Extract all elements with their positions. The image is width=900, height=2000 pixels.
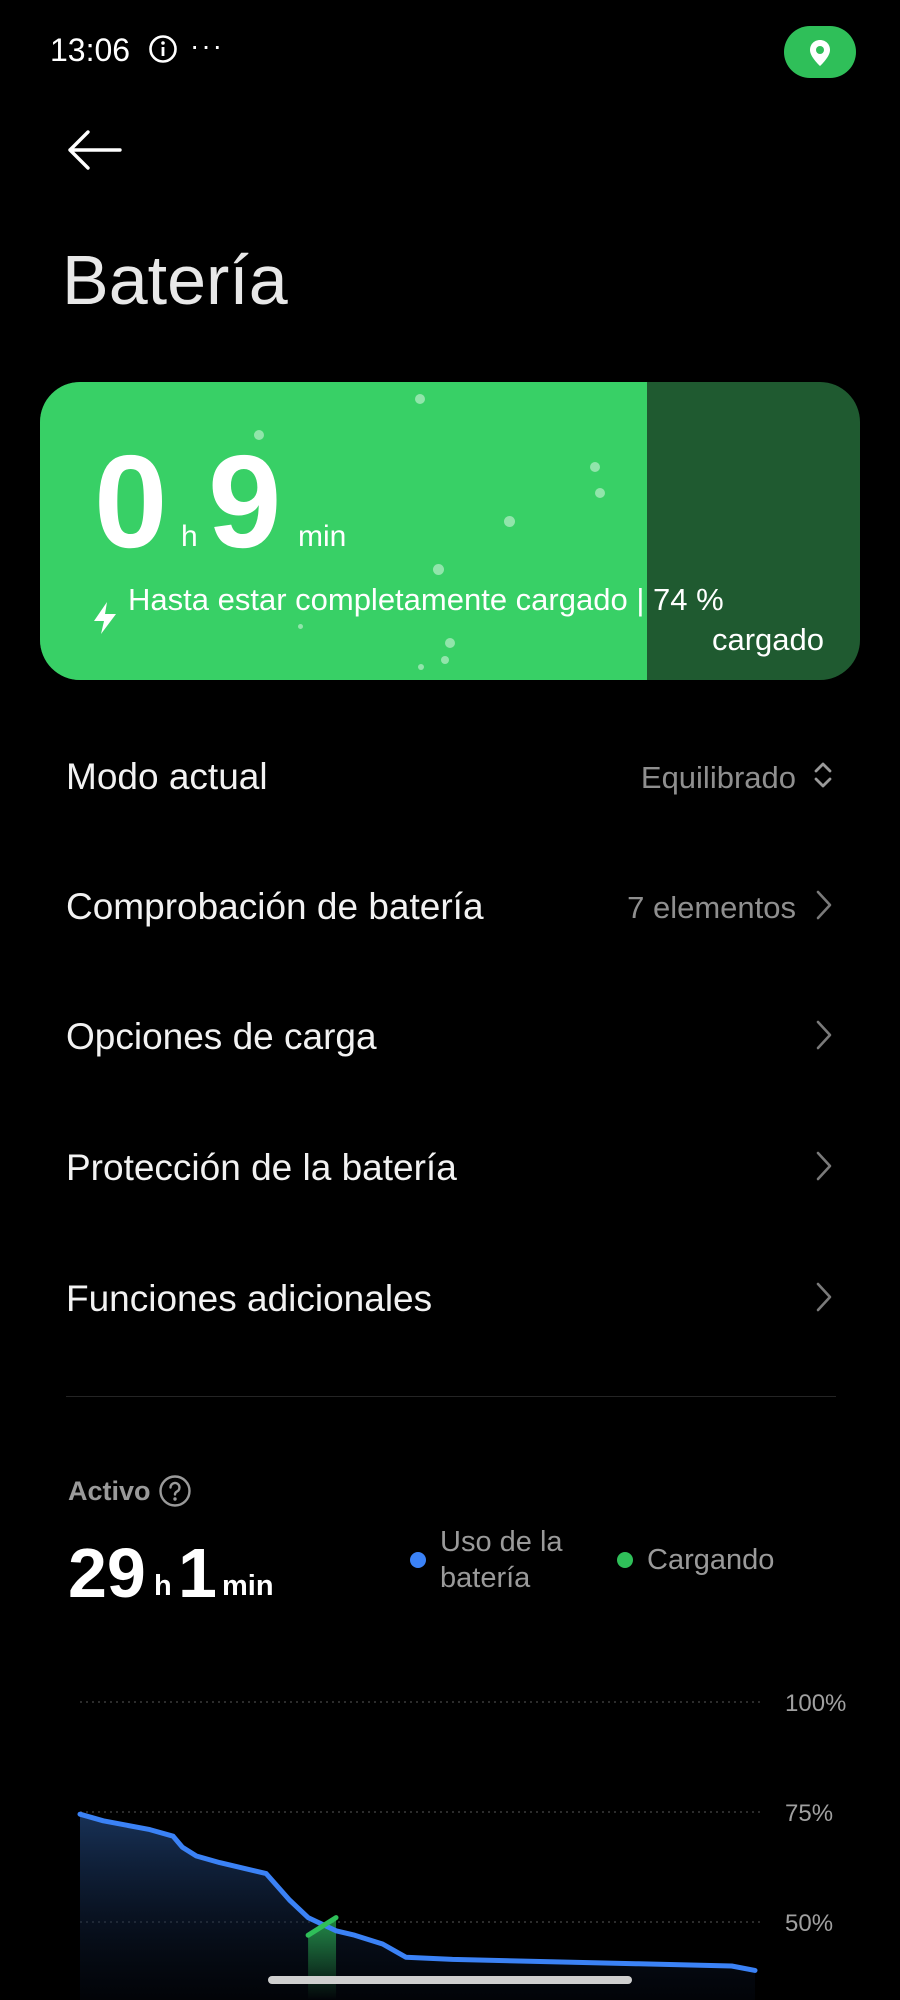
y-tick-label: 100% (785, 1690, 846, 1717)
setting-row-battery-check[interactable]: Comprobación de batería 7 elementos (66, 860, 836, 950)
location-icon (810, 40, 830, 66)
charge-time-minutes: 9 (208, 428, 282, 575)
setting-label: Opciones de carga (66, 1016, 377, 1057)
chevron-right-icon (816, 890, 832, 920)
up-down-chevron-icon (814, 762, 832, 788)
battery-usage-chart: 100% 75% 50% (77, 1690, 846, 2000)
setting-label: Funciones adicionales (66, 1278, 433, 1319)
setting-label: Comprobación de batería (66, 886, 484, 927)
charge-time-hours: 0 (94, 428, 168, 575)
chevron-right-icon (816, 1282, 832, 1312)
legend-usage-line2: batería (440, 1562, 531, 1594)
active-label: Activo (68, 1476, 151, 1506)
chevron-right-icon (816, 1020, 832, 1050)
active-minutes-unit: min (222, 1570, 274, 1602)
location-indicator[interactable] (784, 26, 856, 78)
y-tick-label: 75% (785, 1800, 833, 1827)
charge-time-hours-unit: h (181, 520, 198, 553)
page-title: Batería (62, 241, 288, 319)
back-arrow-icon[interactable] (66, 128, 122, 172)
setting-row-additional-features[interactable]: Funciones adicionales (66, 1252, 836, 1342)
setting-label: Modo actual (66, 756, 268, 797)
active-hours-unit: h (154, 1570, 172, 1602)
legend-dot-usage (410, 1552, 426, 1568)
setting-value: Equilibrado (640, 760, 796, 795)
legend-charging: Cargando (647, 1544, 775, 1576)
more-notifications-icon: ··· (190, 30, 224, 61)
active-minutes: 1 (178, 1534, 217, 1612)
setting-row-charging-options[interactable]: Opciones de carga (66, 990, 836, 1080)
chevron-right-icon (816, 1151, 832, 1181)
home-indicator[interactable] (268, 1976, 632, 1984)
charge-message-line1: Hasta estar completamente cargado | 74 % (128, 582, 724, 617)
active-hours: 29 (68, 1534, 146, 1612)
info-icon (149, 35, 177, 63)
setting-label: Protección de la batería (66, 1147, 457, 1188)
setting-row-current-mode[interactable]: Modo actual Equilibrado (66, 730, 836, 820)
legend-usage-line1: Uso de la (440, 1526, 563, 1558)
y-tick-label: 50% (785, 1910, 833, 1937)
legend-dot-charging (617, 1552, 633, 1568)
setting-row-battery-protection[interactable]: Protección de la batería (66, 1121, 836, 1211)
help-icon[interactable] (158, 1474, 192, 1508)
charge-message-line2: cargado (711, 622, 824, 657)
section-divider (66, 1396, 836, 1397)
lightning-bolt-icon (94, 602, 116, 634)
setting-value: 7 elementos (627, 890, 796, 925)
status-time: 13:06 (50, 32, 131, 68)
charge-time-minutes-unit: min (298, 520, 347, 553)
